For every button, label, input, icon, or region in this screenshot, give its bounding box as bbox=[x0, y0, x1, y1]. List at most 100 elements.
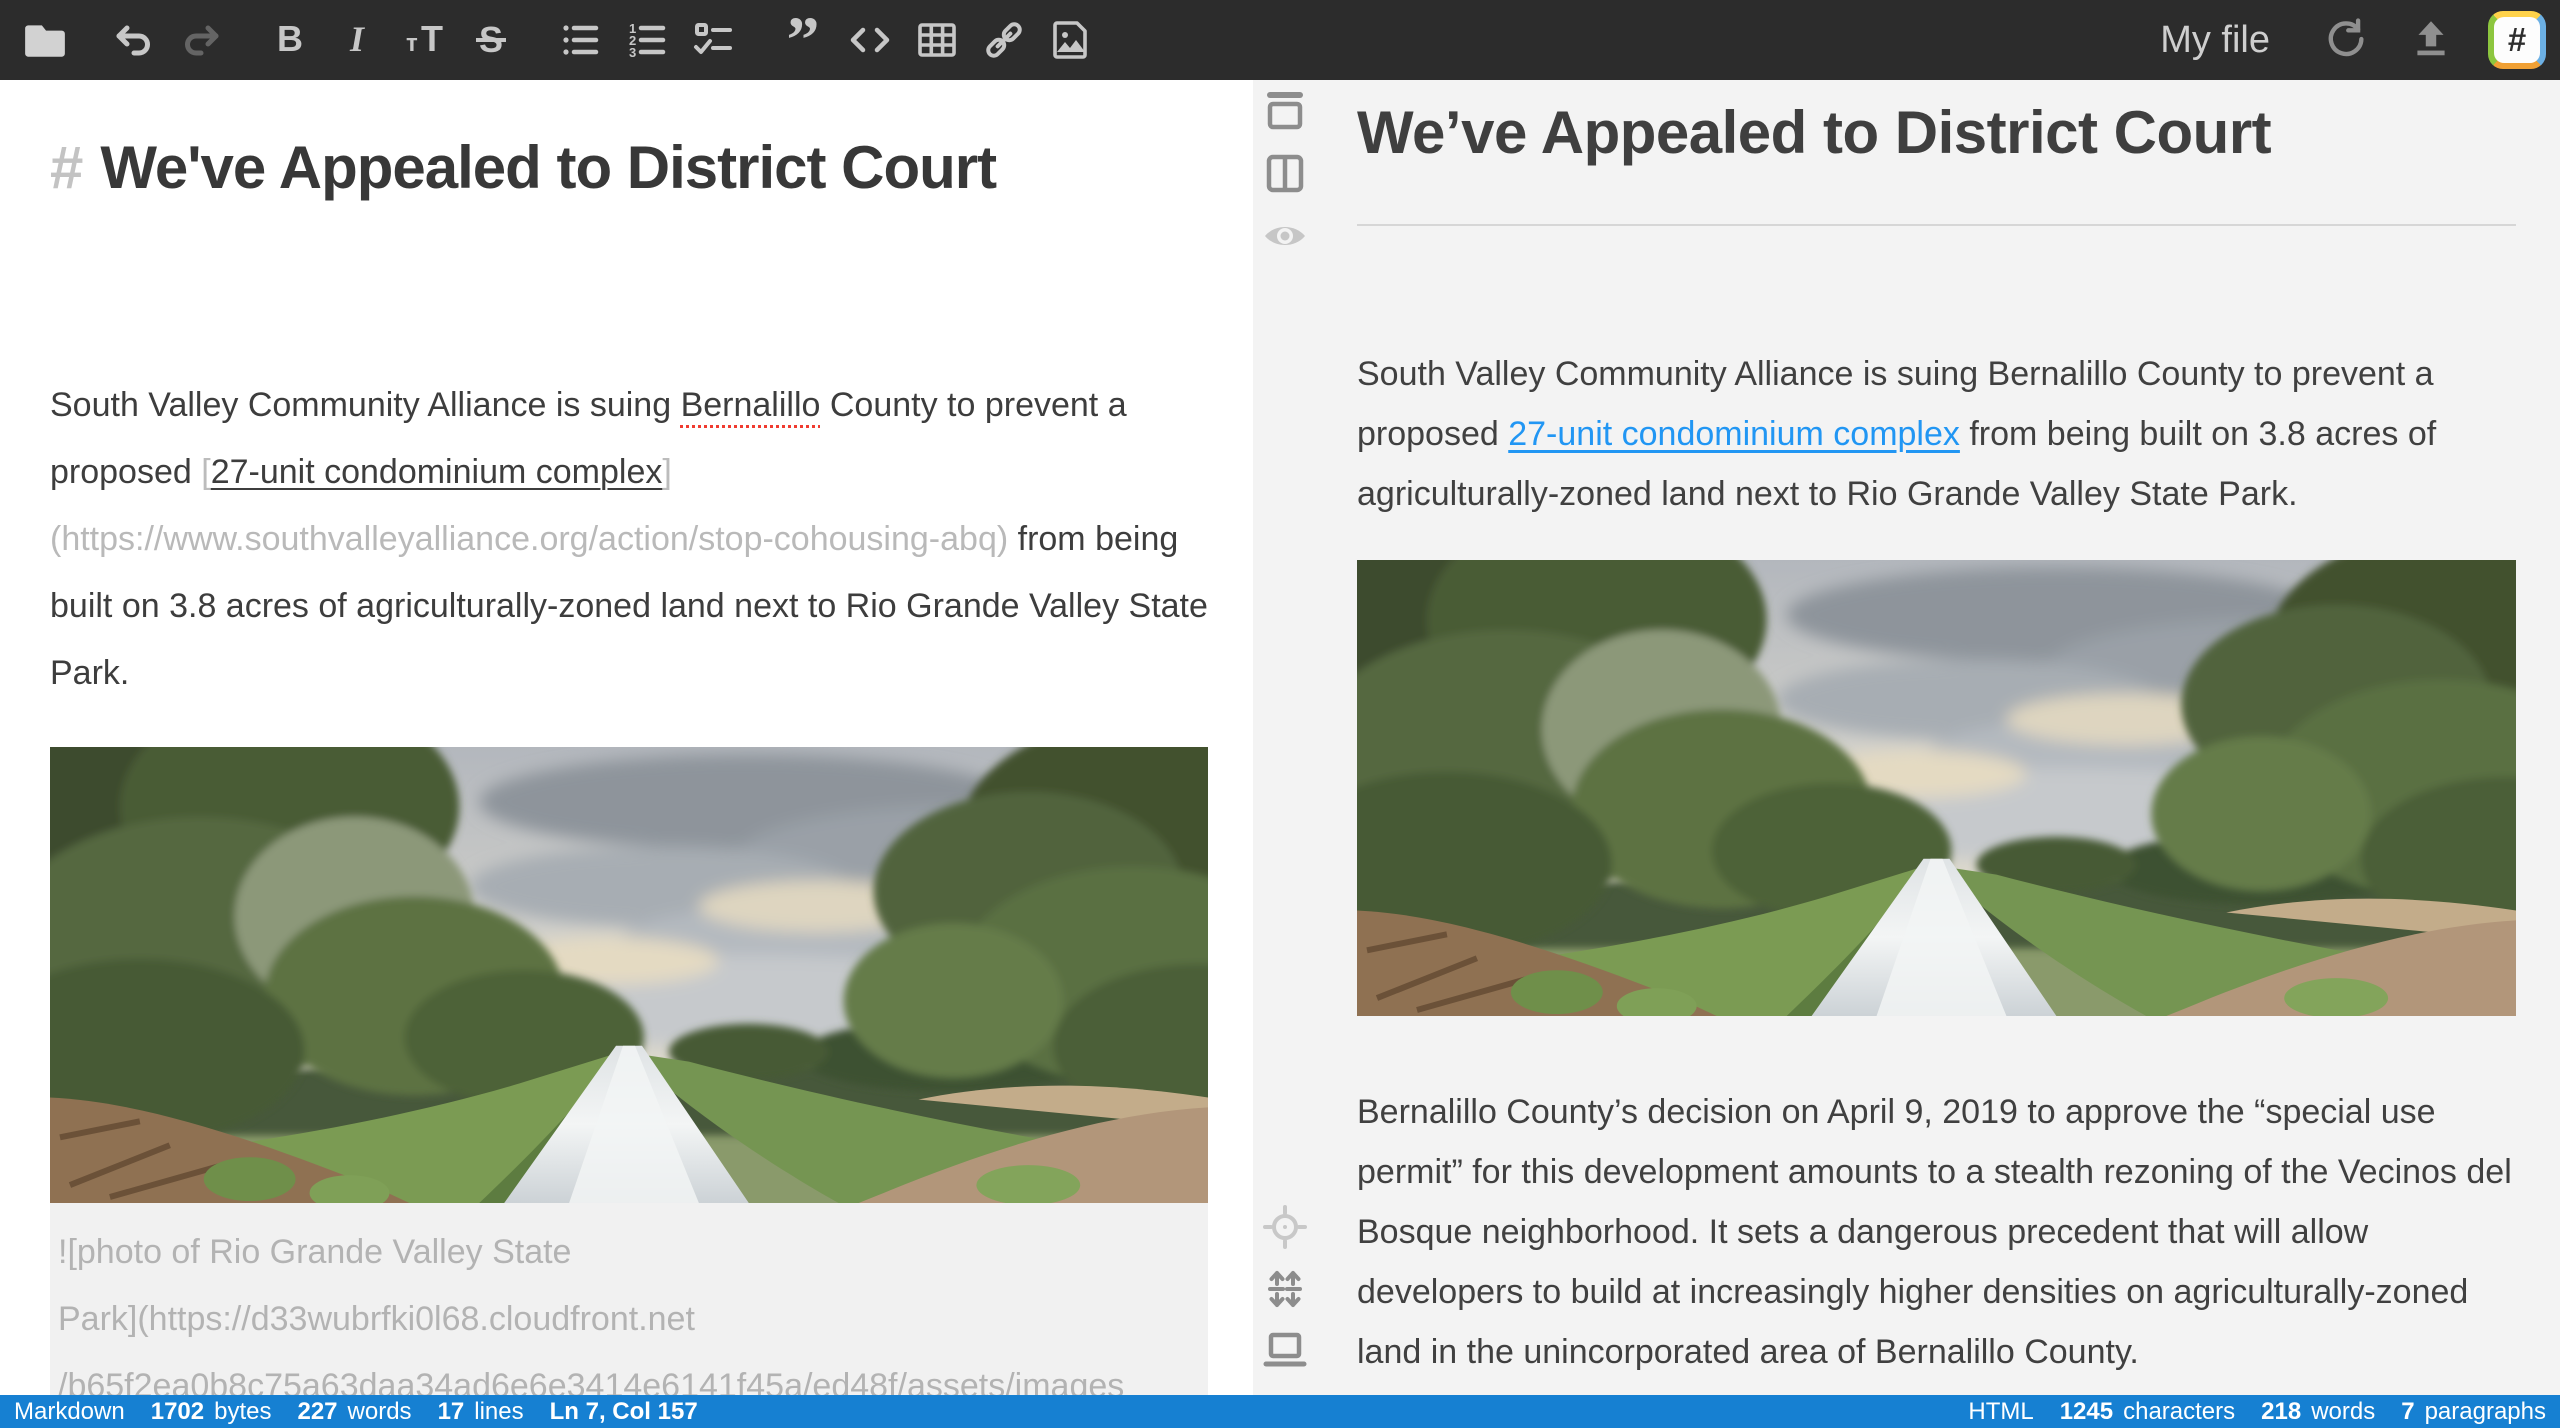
status-bytes-value: 1702 bbox=[151, 1398, 204, 1426]
image-icon bbox=[1049, 18, 1093, 62]
preview-heading: We’ve Appealed to District Court bbox=[1357, 96, 2516, 226]
status-words-label: words bbox=[2311, 1398, 2375, 1426]
preview-eye-icon bbox=[1262, 216, 1308, 261]
strikethrough-button[interactable]: S bbox=[460, 9, 522, 71]
check-list-icon bbox=[692, 18, 736, 62]
editor-link-text: 27-unit condominium complex bbox=[211, 453, 663, 491]
status-words-label: words bbox=[348, 1398, 412, 1426]
file-title[interactable]: My file bbox=[2160, 19, 2270, 62]
markdown-link-url: (https://www.southvalleyalliance.org/act… bbox=[50, 506, 1008, 573]
top-toolbar: B I тT S 123 bbox=[0, 0, 2560, 80]
status-bar: Markdown 1702 bytes 227 words 17 lines L… bbox=[0, 1395, 2560, 1428]
table-button[interactable] bbox=[906, 9, 968, 71]
preview-paragraph-1: South Valley Community Alliance is suing… bbox=[1357, 344, 2516, 524]
preview-paragraph-2: Bernalillo County’s decision on April 9,… bbox=[1357, 1082, 2516, 1382]
editor-inline-photo bbox=[50, 747, 1208, 1203]
bullet-list-icon bbox=[558, 18, 602, 62]
status-format: Markdown bbox=[14, 1398, 125, 1426]
toggle-navbar-button[interactable] bbox=[1255, 90, 1315, 138]
bullet-list-button[interactable] bbox=[549, 9, 611, 71]
redo-icon bbox=[179, 18, 223, 62]
undo-icon bbox=[112, 18, 156, 62]
sync-button[interactable] bbox=[2316, 11, 2374, 69]
markdown-bracket: ] bbox=[662, 453, 671, 491]
font-size-icon: тT bbox=[402, 18, 446, 62]
svg-text:I: I bbox=[349, 19, 366, 59]
status-words-value: 218 bbox=[2261, 1398, 2301, 1426]
publish-button[interactable] bbox=[2402, 11, 2460, 69]
svg-text:т: т bbox=[406, 30, 418, 57]
blockquote-button[interactable]: ” bbox=[772, 9, 834, 71]
html-preview: We’ve Appealed to District Court South V… bbox=[1357, 80, 2516, 1395]
publish-icon bbox=[2408, 15, 2454, 66]
status-words-value: 227 bbox=[297, 1398, 337, 1426]
ordered-list-icon: 123 bbox=[625, 18, 669, 62]
toggle-navbar-icon bbox=[1263, 91, 1307, 138]
svg-text:”: ” bbox=[787, 18, 820, 62]
ordered-list-button[interactable]: 123 bbox=[616, 9, 678, 71]
preview-photo bbox=[1357, 560, 2516, 1016]
status-bytes-label: bytes bbox=[214, 1398, 271, 1426]
scroll-sync-icon bbox=[1263, 1267, 1307, 1316]
strikethrough-icon: S bbox=[469, 18, 513, 62]
status-paragraphs-value: 7 bbox=[2401, 1398, 2414, 1426]
main-split-view: # We've Appealed to District Court South … bbox=[0, 80, 2560, 1395]
toggle-preview-button[interactable] bbox=[1255, 214, 1315, 262]
source-line: Park](https://d33wubrfki0l68.cloudfront.… bbox=[58, 1286, 1198, 1353]
redo-button[interactable] bbox=[170, 9, 232, 71]
source-line: ![photo of Rio Grande Valley State bbox=[58, 1219, 1198, 1286]
status-paragraphs-label: paragraphs bbox=[2425, 1398, 2546, 1426]
status-lines-value: 17 bbox=[438, 1398, 465, 1426]
heading-marker: # bbox=[50, 134, 82, 201]
svg-text:B: B bbox=[277, 18, 303, 59]
sync-icon bbox=[2321, 14, 2369, 67]
side-by-side-icon bbox=[1263, 153, 1307, 200]
status-lines-label: lines bbox=[474, 1398, 523, 1426]
side-by-side-button[interactable] bbox=[1255, 152, 1315, 200]
source-line: /b65f2ea0b8c75a63daa34ad6e6e3414e6141f45… bbox=[58, 1353, 1198, 1395]
focus-crosshair-icon bbox=[1263, 1205, 1307, 1254]
bold-button[interactable]: B bbox=[259, 9, 321, 71]
insert-image-button[interactable] bbox=[1040, 9, 1102, 71]
markdown-editor[interactable]: # We've Appealed to District Court South … bbox=[0, 80, 1253, 1395]
scroll-sync-button[interactable] bbox=[1255, 1267, 1315, 1315]
side-preview-button[interactable] bbox=[1255, 1329, 1315, 1377]
italic-button[interactable]: I bbox=[326, 9, 388, 71]
image-markdown-source[interactable]: ![photo of Rio Grande Valley State Park]… bbox=[50, 1203, 1208, 1395]
gutter-top-buttons bbox=[1255, 90, 1315, 262]
editor-heading: # We've Appealed to District Court bbox=[50, 132, 1208, 204]
side-preview-icon bbox=[1262, 1331, 1308, 1376]
preview-link[interactable]: 27-unit condominium complex bbox=[1508, 415, 1960, 453]
svg-text:T: T bbox=[421, 18, 443, 59]
check-list-button[interactable] bbox=[683, 9, 745, 71]
status-characters-value: 1245 bbox=[2060, 1398, 2113, 1426]
link-button[interactable] bbox=[973, 9, 1035, 71]
focus-mode-button[interactable] bbox=[1255, 1205, 1315, 1253]
italic-icon: I bbox=[335, 18, 379, 62]
editor-paragraph: South Valley Community Alliance is suing… bbox=[50, 372, 1208, 707]
link-icon bbox=[982, 18, 1026, 62]
markdown-bracket: [ bbox=[201, 453, 210, 491]
file-explorer-button[interactable] bbox=[14, 9, 76, 71]
status-characters-label: characters bbox=[2123, 1398, 2235, 1426]
font-size-button[interactable]: тT bbox=[393, 9, 455, 71]
code-icon bbox=[848, 18, 892, 62]
status-cursor-position: Ln 7, Col 157 bbox=[550, 1398, 698, 1426]
svg-text:3: 3 bbox=[629, 45, 636, 60]
blockquote-icon: ” bbox=[781, 18, 825, 62]
code-button[interactable] bbox=[839, 9, 901, 71]
stackedit-logo: # bbox=[2494, 17, 2540, 63]
status-format: HTML bbox=[1968, 1398, 2033, 1426]
stackedit-logo-button[interactable]: # bbox=[2488, 11, 2546, 69]
status-markdown-stats: Markdown 1702 bytes 227 words 17 lines L… bbox=[14, 1398, 698, 1426]
misspelled-word: Bernalillo bbox=[681, 386, 821, 424]
editor-text: South Valley Community Alliance is suing bbox=[50, 386, 681, 424]
editor-heading-text: We've Appealed to District Court bbox=[100, 134, 996, 201]
preview-pane: We’ve Appealed to District Court South V… bbox=[1253, 80, 2560, 1395]
gutter-bottom-buttons bbox=[1255, 1205, 1315, 1377]
status-html-stats: HTML 1245 characters 218 words 7 paragra… bbox=[1968, 1398, 2546, 1426]
bold-icon: B bbox=[268, 18, 312, 62]
folder-icon bbox=[22, 17, 68, 63]
table-icon bbox=[915, 18, 959, 62]
undo-button[interactable] bbox=[103, 9, 165, 71]
